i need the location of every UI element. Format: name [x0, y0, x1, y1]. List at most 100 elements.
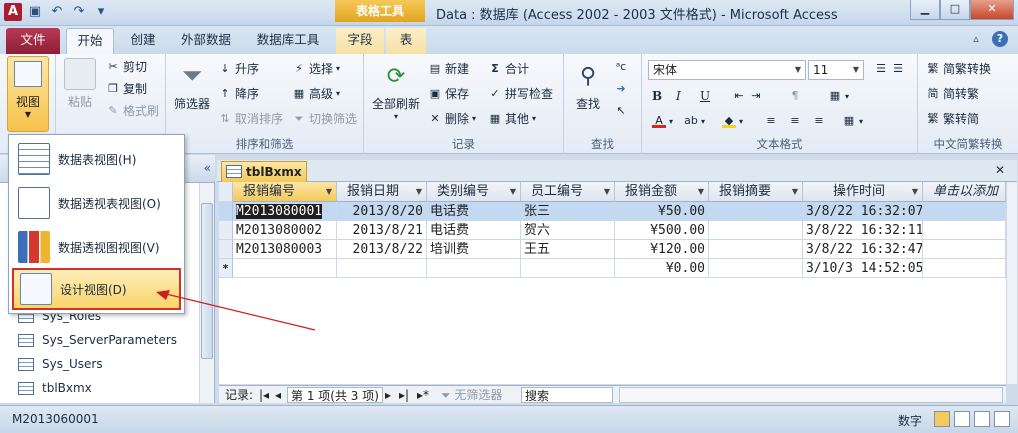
table-cell[interactable]: 2013/8/22: [337, 240, 427, 259]
fill-color-button[interactable]: ◆ ▾: [722, 114, 743, 128]
table-cell[interactable]: 2013/8/20: [337, 202, 427, 221]
select-button[interactable]: ↖: [614, 104, 628, 118]
spelling-button[interactable]: ✓ 拼写检查: [488, 85, 553, 102]
customize-qat-icon[interactable]: ▾: [92, 3, 110, 21]
sort-descending-button[interactable]: ↑ 降序: [218, 85, 259, 102]
table-cell[interactable]: [427, 259, 521, 278]
table-cell[interactable]: [709, 221, 803, 240]
search-input[interactable]: 搜索: [521, 387, 613, 403]
tab-external-data[interactable]: 外部数据: [176, 28, 236, 54]
table-cell[interactable]: 张三: [521, 202, 615, 221]
row-selector[interactable]: [219, 240, 233, 259]
tab-tblbxmx[interactable]: tblBxmx: [221, 161, 307, 182]
table-cell[interactable]: ¥50.00: [615, 202, 709, 221]
font-color-button[interactable]: A ▾: [652, 114, 673, 128]
chevron-down-icon[interactable]: ▼: [792, 182, 798, 201]
pivot-chart-view-item[interactable]: 数据透视图视图(V): [12, 226, 181, 268]
close-button[interactable]: ✕: [970, 0, 1014, 20]
maximize-button[interactable]: □: [940, 0, 970, 20]
no-filter-button[interactable]: ⏷ 无筛选器: [441, 387, 502, 403]
column-header[interactable]: 员工编号 ▼: [521, 182, 615, 202]
table-cell[interactable]: [233, 259, 337, 278]
indent-button[interactable]: ⇤ ⇥: [732, 89, 763, 103]
view-button[interactable]: 视图 ▼: [7, 56, 49, 132]
sort-ascending-button[interactable]: ↓ 升序: [218, 60, 259, 77]
column-header[interactable]: 操作时间 ▼: [803, 182, 923, 202]
chevron-down-icon[interactable]: ▼: [604, 182, 610, 201]
background-color-button[interactable]: ab ▾: [684, 114, 705, 128]
format-painter-button[interactable]: ✎ 格式刷: [106, 102, 159, 119]
pivot-chart-icon[interactable]: [974, 411, 990, 427]
column-header-add[interactable]: 单击以添加: [923, 182, 1006, 202]
gridlines-button[interactable]: ▦ ▾: [828, 89, 849, 103]
undo-icon[interactable]: ↶: [48, 3, 66, 21]
tab-fields[interactable]: 字段: [336, 28, 384, 54]
save-record-button[interactable]: ▣ 保存: [428, 85, 469, 102]
first-record-icon[interactable]: |◂: [259, 387, 269, 403]
to-simplified-button[interactable]: 简简转繁: [926, 85, 980, 102]
table-cell[interactable]: [923, 259, 1006, 278]
table-cell[interactable]: [521, 259, 615, 278]
datasheet-view-icon[interactable]: [934, 411, 950, 427]
table-cell[interactable]: [923, 221, 1006, 240]
underline-button[interactable]: U: [700, 89, 710, 103]
table-cell[interactable]: ¥120.00: [615, 240, 709, 259]
redo-icon[interactable]: ↷: [70, 3, 88, 21]
table-cell[interactable]: 贺六: [521, 221, 615, 240]
table-cell[interactable]: [709, 240, 803, 259]
selection-button[interactable]: ⚡ 选择 ▾: [292, 60, 340, 77]
remove-sort-button[interactable]: ⇅ 取消排序: [218, 110, 283, 127]
table-cell[interactable]: [709, 259, 803, 278]
row-selector[interactable]: [219, 202, 233, 221]
alternate-row-color-button[interactable]: ▦ ▾: [842, 114, 863, 128]
column-header[interactable]: 报销金额 ▼: [615, 182, 709, 202]
chevron-down-icon[interactable]: ▼: [912, 182, 918, 201]
paste-button[interactable]: 粘贴: [64, 58, 96, 110]
cut-button[interactable]: ✂ 剪切: [106, 58, 147, 75]
tab-file[interactable]: 文件: [6, 28, 60, 54]
pivot-table-view-item[interactable]: 数据透视表视图(O): [12, 182, 181, 224]
align-center-button[interactable]: ≡: [788, 114, 802, 128]
collapse-pane-icon[interactable]: «: [204, 161, 211, 175]
tab-home[interactable]: 开始: [66, 28, 114, 54]
table-cell[interactable]: 3/8/22 16:32:47: [803, 240, 923, 259]
close-document-icon[interactable]: ✕: [995, 163, 1005, 177]
horizontal-scrollbar[interactable]: [619, 387, 1003, 403]
replace-button[interactable]: ᵃc: [614, 60, 628, 74]
totals-button[interactable]: Σ 合计: [488, 60, 529, 77]
datasheet-view-item[interactable]: 数据表视图(H): [12, 138, 181, 180]
save-icon[interactable]: ▣: [26, 3, 44, 21]
table-cell[interactable]: 王五: [521, 240, 615, 259]
advanced-button[interactable]: ▦ 高级 ▾: [292, 85, 340, 102]
table-cell[interactable]: 3/8/22 16:32:07: [803, 202, 923, 221]
tab-create[interactable]: 创建: [122, 28, 164, 54]
table-cell[interactable]: 电话费: [427, 221, 521, 240]
minimize-button[interactable]: ▁: [910, 0, 940, 20]
tab-database-tools[interactable]: 数据库工具: [250, 28, 326, 54]
font-size-dropdown[interactable]: 11 ▼: [808, 60, 864, 80]
new-record-nav-icon[interactable]: ▸*: [417, 387, 429, 403]
table-cell[interactable]: 培训费: [427, 240, 521, 259]
chevron-down-icon[interactable]: ▼: [698, 182, 704, 201]
table-cell[interactable]: [923, 202, 1006, 221]
select-all-corner[interactable]: [219, 182, 233, 202]
new-record-button[interactable]: ▤ 新建: [428, 60, 469, 77]
filter-button[interactable]: ⏷ 筛选器: [172, 60, 212, 112]
copy-button[interactable]: ❐ 复制: [106, 80, 147, 97]
previous-record-icon[interactable]: ◂: [275, 387, 281, 403]
text-direction-button[interactable]: ¶: [788, 89, 802, 103]
chevron-down-icon[interactable]: ▼: [326, 182, 332, 201]
table-cell[interactable]: M2013080001: [233, 202, 337, 221]
table-cell[interactable]: [337, 259, 427, 278]
italic-button[interactable]: I: [676, 89, 681, 103]
table-cell[interactable]: M2013080003: [233, 240, 337, 259]
table-cell[interactable]: 3/8/22 16:32:11: [803, 221, 923, 240]
table-cell[interactable]: ¥500.00: [615, 221, 709, 240]
row-selector[interactable]: [219, 221, 233, 240]
column-header[interactable]: 报销日期 ▼: [337, 182, 427, 202]
ribbon-minimize-icon[interactable]: ▵: [968, 31, 984, 47]
chevron-down-icon[interactable]: ▼: [416, 182, 422, 201]
table-cell[interactable]: 2013/8/21: [337, 221, 427, 240]
table-cell[interactable]: [709, 202, 803, 221]
to-traditional-button[interactable]: 繁繁转简: [926, 110, 980, 127]
